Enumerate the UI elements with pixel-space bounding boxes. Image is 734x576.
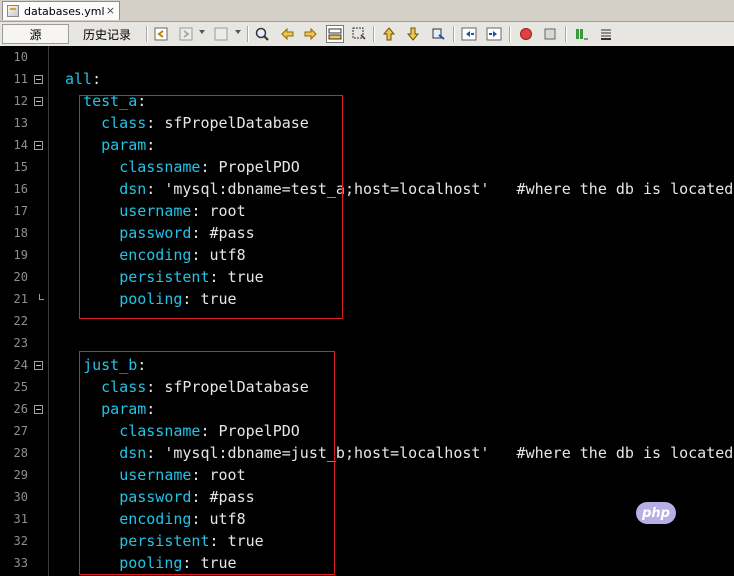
highlight-box-test-a [79,95,343,319]
tab-label: databases.yml [24,4,105,18]
yaml-comment: #where the db is located [516,180,734,198]
yaml-comment: #where the db is located [516,444,734,462]
line-number: 30 [13,490,28,504]
select-icon[interactable] [350,25,368,43]
line-number: 12 [13,94,28,108]
line-number: 11 [13,72,28,86]
line-number: 18 [13,226,28,240]
line-number: 15 [13,160,28,174]
stop-macro-icon[interactable] [541,25,559,43]
line-number: 31 [13,512,28,526]
code-line: all: [65,70,102,88]
line-number: 22 [13,314,28,328]
yml-file-icon [7,5,19,17]
toolbar-separator [373,26,375,42]
find-previous-icon[interactable] [278,25,296,43]
line-number: 28 [13,446,28,460]
toolbar-separator [565,26,567,42]
find-prev-icon[interactable] [212,25,230,43]
line-number: 21 [13,292,28,306]
line-number: 19 [13,248,28,262]
chevron-down-icon[interactable] [235,30,241,34]
code-editor[interactable]: 10 11 12 13 14 15 16 17 18 19 20 21 22 2… [0,46,734,576]
line-number: 23 [13,336,28,350]
check-icon[interactable] [573,25,591,43]
forward-icon[interactable] [177,25,195,43]
search-icon[interactable] [253,25,271,43]
line-number: 25 [13,380,28,394]
line-number: 26 [13,402,28,416]
shift-left-icon[interactable] [460,25,478,43]
history-view-button[interactable]: 历史记录 [72,24,142,44]
line-number: 29 [13,468,28,482]
fold-toggle-icon[interactable] [34,361,43,370]
line-number-gutter: 10 11 12 13 14 15 16 17 18 19 20 21 22 2… [0,46,48,576]
editor-toolbar: 源 历史记录 [0,22,734,47]
comment-icon[interactable] [597,25,615,43]
fold-toggle-icon[interactable] [34,75,43,84]
back-icon[interactable] [152,25,170,43]
toolbar-separator [247,26,249,42]
shift-right-icon[interactable] [485,25,503,43]
php-watermark-logo: php [636,502,676,524]
yaml-key: all [65,70,93,88]
chevron-down-icon[interactable] [199,30,205,34]
record-macro-icon[interactable] [517,25,535,43]
next-bookmark-icon[interactable] [404,25,422,43]
tab-databases-yml[interactable]: databases.yml × [2,1,120,20]
close-icon[interactable]: × [106,4,115,18]
fold-toggle-icon[interactable] [34,405,43,414]
line-number: 20 [13,270,28,284]
source-view-button[interactable]: 源 [2,24,69,44]
toolbar-separator [146,26,148,42]
line-number: 10 [13,50,28,64]
gutter-divider [48,46,49,576]
toggle-bookmark-icon[interactable] [429,25,447,43]
prev-bookmark-icon[interactable] [380,25,398,43]
fold-end-icon [39,294,44,300]
line-number: 13 [13,116,28,130]
line-number: 33 [13,556,28,570]
find-next-icon[interactable] [302,25,320,43]
line-number: 14 [13,138,28,152]
line-number: 17 [13,204,28,218]
line-number: 27 [13,424,28,438]
line-number: 32 [13,534,28,548]
line-number: 16 [13,182,28,196]
fold-toggle-icon[interactable] [34,97,43,106]
line-number: 24 [13,358,28,372]
fold-toggle-icon[interactable] [34,141,43,150]
editor-tab-bar: databases.yml × [0,0,734,22]
highlight-box-just-b [79,351,335,575]
toolbar-separator [453,26,455,42]
toggle-highlight-icon[interactable] [326,25,344,43]
toolbar-separator [509,26,511,42]
